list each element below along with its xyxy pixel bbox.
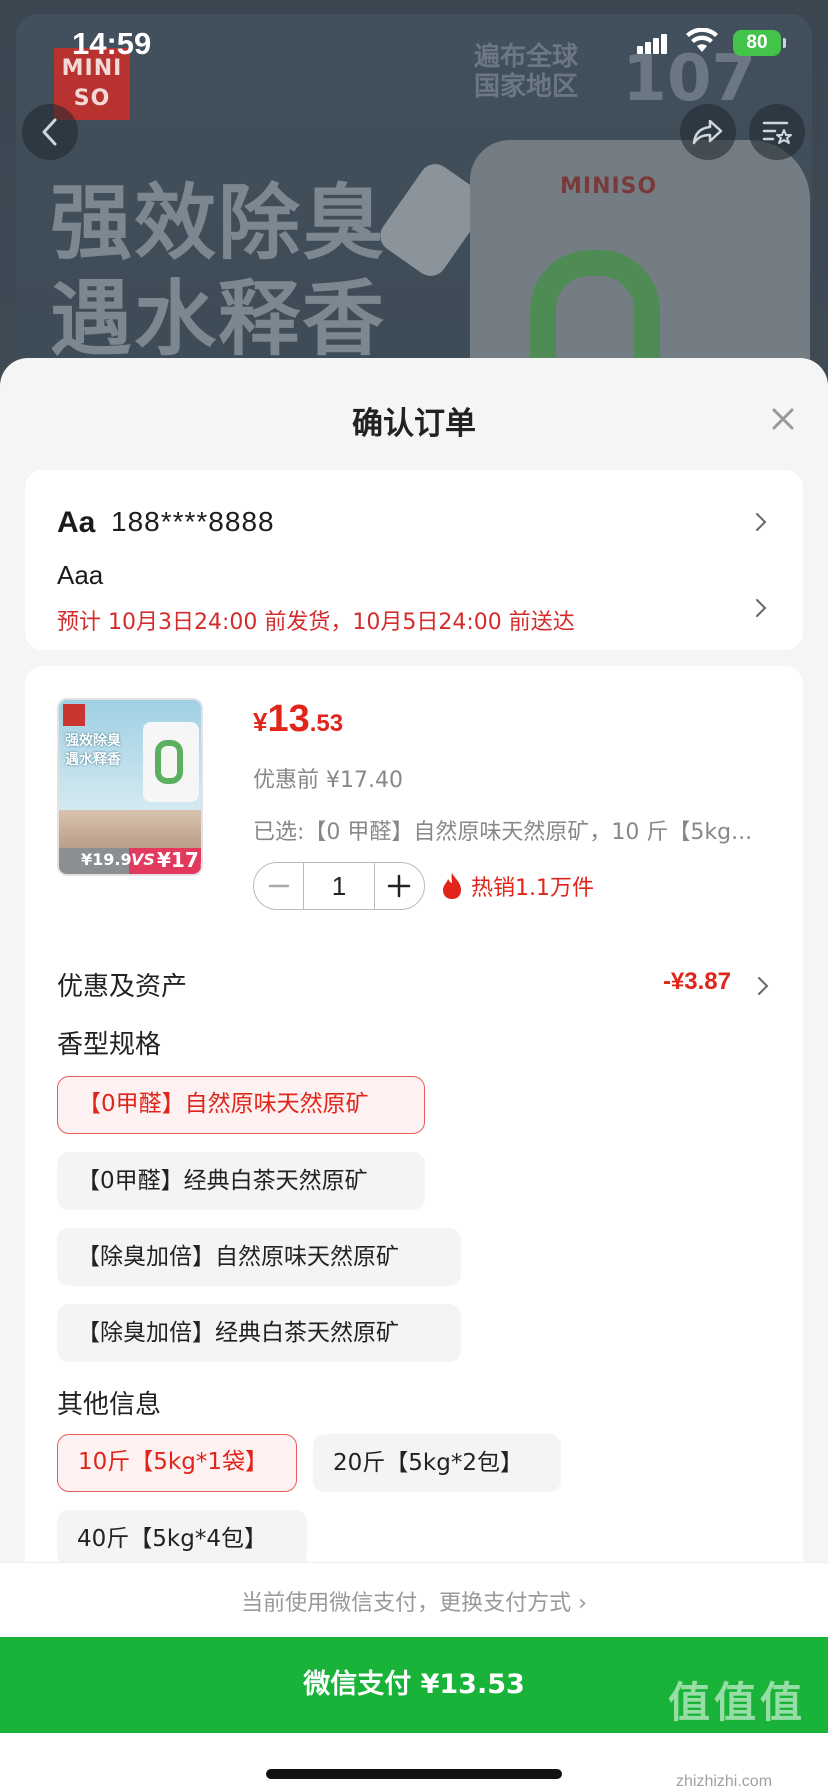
thumb-price-after: ¥17.4 xyxy=(157,848,201,872)
size-option-2[interactable]: 40斤【5kg*4包】 xyxy=(57,1510,307,1568)
battery-tip xyxy=(783,38,786,48)
discount-label: 优惠及资产 xyxy=(57,972,188,1002)
favorite-list-button[interactable] xyxy=(749,104,805,160)
chevron-right-icon xyxy=(756,513,767,531)
watermark-url: zhizhizhi.com xyxy=(676,1773,773,1790)
fire-icon xyxy=(443,873,461,899)
discount-row[interactable]: 优惠及资产 -¥3.87 xyxy=(57,966,771,1006)
price-integer: 13 xyxy=(267,698,310,740)
increase-button[interactable] xyxy=(375,863,424,909)
battery-icon: 80 xyxy=(733,30,781,56)
scent-option-0[interactable]: 【0甲醛】自然原味天然原矿 xyxy=(57,1076,425,1134)
address-detail: Aaa xyxy=(57,560,104,590)
thumb-headline: 强效除臭 遇水释香 xyxy=(65,733,121,768)
original-price: 优惠前 ¥17.40 xyxy=(253,768,403,793)
list-star-icon xyxy=(762,121,792,144)
promo-headline-2: 遇水释香 xyxy=(50,272,387,367)
quantity-value[interactable]: 1 xyxy=(303,863,375,909)
price-currency: ¥ xyxy=(253,707,268,737)
scent-option-1[interactable]: 【0甲醛】经典白茶天然原矿 xyxy=(57,1152,425,1210)
hot-sales-badge: 热销1.1万件 xyxy=(441,870,594,902)
current-price: ¥13.53 xyxy=(253,698,343,741)
decrease-button[interactable] xyxy=(254,863,303,909)
thumb-vs: VS xyxy=(131,850,155,869)
delivery-estimate: 预计 10月3日24:00 前发货，10月5日24:00 前送达 xyxy=(57,610,575,635)
chevron-left-icon xyxy=(42,118,57,146)
status-time: 14:59 xyxy=(72,26,152,61)
chevron-right-icon[interactable] xyxy=(753,596,769,620)
change-payment-link[interactable]: 当前使用微信支付，更换支付方式 › xyxy=(0,1585,828,1617)
watermark-logo: 值值值 xyxy=(668,1678,807,1727)
discount-value: -¥3.87 xyxy=(662,968,731,995)
thumb-bag-zero xyxy=(155,740,183,784)
thumb-price-before: ¥19.9 xyxy=(81,850,132,869)
plus-icon xyxy=(388,874,411,898)
minus-icon xyxy=(268,884,289,888)
close-icon[interactable] xyxy=(766,402,800,436)
share-button[interactable] xyxy=(680,104,736,160)
sheet-title: 确认订单 xyxy=(352,406,476,442)
chevron-right-icon xyxy=(758,977,769,995)
price-decimal: .53 xyxy=(309,710,344,737)
share-icon xyxy=(692,119,723,145)
payment-footer: 当前使用微信支付，更换支付方式 › 微信支付 ¥13.53 值值值 zhizhi… xyxy=(0,1562,828,1792)
quantity-stepper: 1 xyxy=(253,862,425,910)
size-option-1[interactable]: 20斤【5kg*2包】 xyxy=(313,1434,561,1492)
other-info-label: 其他信息 xyxy=(57,1390,162,1420)
status-bar: 14:59 80 xyxy=(0,0,828,90)
product-thumbnail[interactable]: 强效除臭 遇水释香 ¥19.9 VS ¥17.4 xyxy=(57,698,203,876)
scent-option-3[interactable]: 【除臭加倍】经典白茶天然原矿 xyxy=(57,1304,461,1362)
thumb-sand xyxy=(59,810,201,850)
cellular-signal-icon xyxy=(637,32,667,54)
address-card[interactable]: Aa 188****8888 Aaa 预计 10月3日24:00 前发货，10月… xyxy=(25,470,803,650)
back-button[interactable] xyxy=(22,104,78,160)
wifi-icon xyxy=(686,28,718,52)
home-indicator xyxy=(266,1769,562,1779)
recipient-phone: 188****8888 xyxy=(111,506,275,537)
bag-brand-label: MINISO xyxy=(560,174,658,199)
scent-option-2[interactable]: 【除臭加倍】自然原味天然原矿 xyxy=(57,1228,461,1286)
thumb-logo xyxy=(63,704,85,726)
selected-spec-summary: 已选:【0 甲醛】自然原味天然原矿，10 斤【5kg... xyxy=(253,820,753,845)
hot-sales-text: 热销1.1万件 xyxy=(471,876,594,901)
scent-spec-label: 香型规格 xyxy=(57,1030,162,1060)
recipient-name: Aa xyxy=(57,506,96,539)
size-option-0[interactable]: 10斤【5kg*1袋】 xyxy=(57,1434,297,1492)
